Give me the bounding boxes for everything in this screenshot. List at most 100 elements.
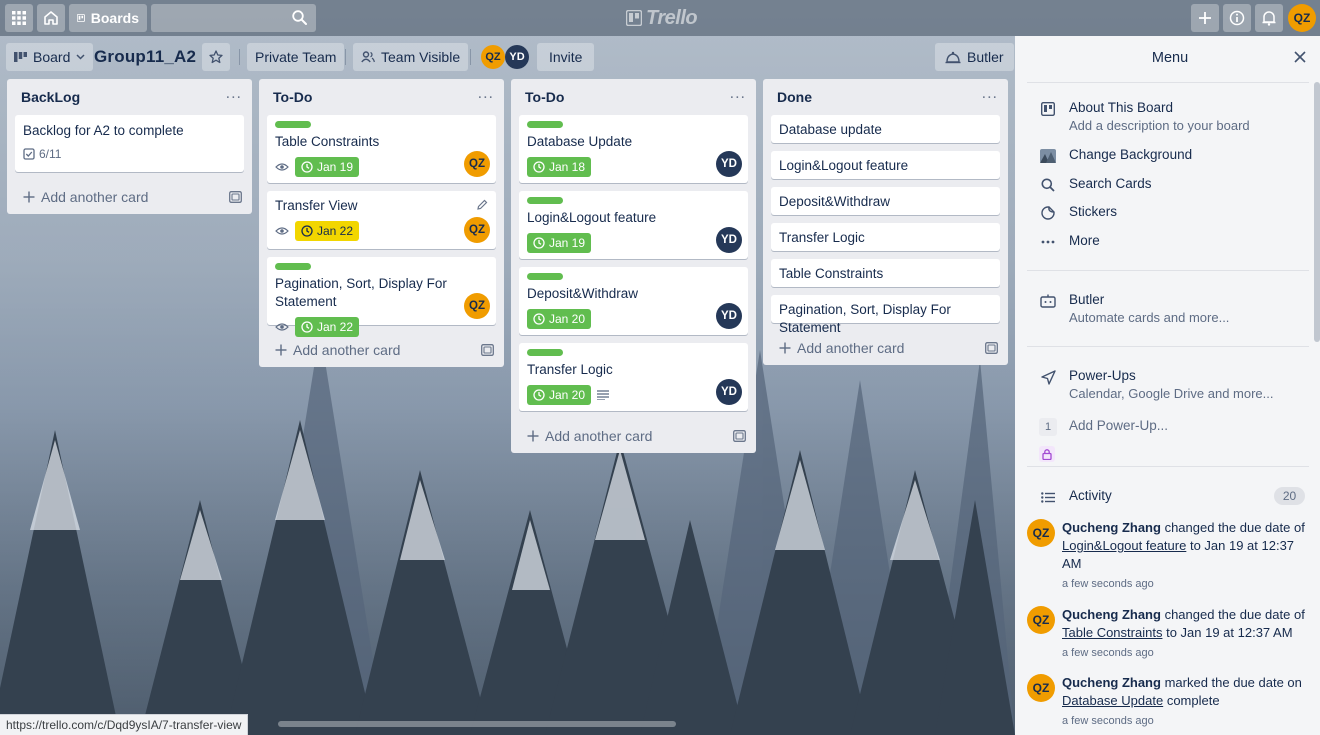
board-menu-sidebar: Menu About This Board Add a description … bbox=[1015, 36, 1320, 735]
apps-grid-button[interactable] bbox=[5, 4, 33, 32]
power-ups-item[interactable]: Power-Ups Calendar, Google Drive and mor… bbox=[1039, 367, 1274, 403]
list-menu-button[interactable]: ... bbox=[982, 86, 998, 105]
card-title: Table Constraints bbox=[275, 134, 380, 149]
activity-timestamp[interactable]: a few seconds ago bbox=[1062, 575, 1310, 593]
card-member-avatar[interactable]: YD bbox=[716, 227, 742, 253]
home-button[interactable] bbox=[37, 4, 65, 32]
invite-button[interactable]: Invite bbox=[537, 43, 595, 71]
list-header[interactable]: To-Do ... bbox=[259, 79, 504, 115]
list-card[interactable]: Login&Logout feature bbox=[771, 151, 1000, 179]
member-avatar-qz[interactable]: QZ bbox=[481, 45, 505, 69]
list-title[interactable]: To-Do bbox=[525, 89, 564, 105]
checklist-icon bbox=[23, 148, 35, 160]
activity-avatar[interactable]: QZ bbox=[1027, 519, 1055, 547]
list-card[interactable]: Pagination, Sort, Display For Statement … bbox=[267, 257, 496, 337]
trello-logo[interactable]: Trello bbox=[626, 7, 698, 29]
pencil-icon[interactable] bbox=[476, 199, 488, 211]
list-menu-button[interactable]: ... bbox=[730, 86, 746, 105]
list-card[interactable]: Pagination, Sort, Display For Statement bbox=[771, 295, 1000, 335]
card-template-icon[interactable] bbox=[733, 430, 746, 442]
due-date-badge[interactable]: Jan 22 bbox=[295, 317, 360, 337]
change-background-item[interactable]: Change Background bbox=[1039, 146, 1192, 165]
activity-timestamp[interactable]: a few seconds ago bbox=[1062, 644, 1310, 662]
list-title[interactable]: To-Do bbox=[273, 89, 312, 105]
stickers-item[interactable]: Stickers bbox=[1039, 203, 1117, 222]
activity-timestamp[interactable]: a few seconds ago bbox=[1062, 712, 1310, 730]
add-card-button[interactable]: Add another card bbox=[259, 333, 504, 367]
list-card[interactable]: Login&Logout feature Jan 19 YD bbox=[519, 191, 748, 259]
card-member-avatar[interactable]: QZ bbox=[464, 151, 490, 177]
list-card[interactable]: Transfer View Jan 22 QZ bbox=[267, 191, 496, 249]
board-horizontal-scrollbar[interactable] bbox=[278, 721, 676, 727]
list-header[interactable]: Done ... bbox=[763, 79, 1008, 115]
menu-scrollbar[interactable] bbox=[1314, 82, 1320, 342]
boards-button[interactable]: Boards bbox=[69, 4, 147, 32]
list-done: Done ... Database update Login&Logout fe… bbox=[763, 79, 1008, 365]
due-date-badge[interactable]: Jan 20 bbox=[527, 385, 592, 405]
activity-user[interactable]: Qucheng Zhang bbox=[1062, 607, 1161, 622]
card-member-avatar[interactable]: QZ bbox=[464, 217, 490, 243]
list-title[interactable]: BackLog bbox=[21, 89, 80, 105]
activity-action: marked the due date on bbox=[1164, 675, 1302, 690]
member-avatar-yd[interactable]: YD bbox=[505, 45, 529, 69]
card-title: Table Constraints bbox=[779, 266, 884, 281]
activity-card-link[interactable]: Table Constraints bbox=[1062, 625, 1162, 640]
more-item[interactable]: More bbox=[1039, 232, 1100, 251]
power-up-lock-badge[interactable] bbox=[1039, 446, 1055, 462]
card-member-avatar[interactable]: YD bbox=[716, 151, 742, 177]
list-menu-button[interactable]: ... bbox=[478, 86, 494, 105]
list-card[interactable]: Deposit&Withdraw Jan 20 YD bbox=[519, 267, 748, 335]
list-header[interactable]: BackLog ... bbox=[7, 79, 252, 115]
list-menu-button[interactable]: ... bbox=[226, 86, 242, 105]
board-view-switcher[interactable]: Board bbox=[6, 43, 94, 71]
list-card[interactable]: Transfer Logic Jan 20 YD bbox=[519, 343, 748, 411]
close-icon[interactable] bbox=[1293, 50, 1307, 64]
due-date-badge[interactable]: Jan 18 bbox=[527, 157, 592, 177]
activity-avatar[interactable]: QZ bbox=[1027, 674, 1055, 702]
activity-user[interactable]: Qucheng Zhang bbox=[1062, 675, 1161, 690]
list-card[interactable]: Table Constraints bbox=[771, 259, 1000, 287]
activity-card-link[interactable]: Login&Logout feature bbox=[1062, 538, 1186, 553]
header-divider bbox=[239, 49, 240, 65]
notifications-button[interactable] bbox=[1255, 4, 1283, 32]
clock-icon bbox=[533, 161, 545, 173]
visibility-button[interactable]: Team Visible bbox=[353, 43, 469, 71]
due-date-badge[interactable]: Jan 22 bbox=[295, 221, 360, 241]
card-member-avatar[interactable]: QZ bbox=[464, 293, 490, 319]
user-avatar[interactable]: QZ bbox=[1288, 4, 1316, 32]
card-template-icon[interactable] bbox=[229, 191, 242, 203]
search-icon[interactable] bbox=[292, 10, 307, 25]
activity-card-link[interactable]: Database Update bbox=[1062, 693, 1163, 708]
add-card-button[interactable]: Add another card bbox=[511, 419, 756, 453]
due-date-badge[interactable]: Jan 20 bbox=[527, 309, 592, 329]
list-card[interactable]: Backlog for A2 to complete 6/11 bbox=[15, 115, 244, 172]
list-card[interactable]: Transfer Logic bbox=[771, 223, 1000, 251]
search-cards-item[interactable]: Search Cards bbox=[1039, 175, 1152, 194]
rocket-icon bbox=[1040, 369, 1056, 385]
card-template-icon[interactable] bbox=[481, 344, 494, 356]
activity-user[interactable]: Qucheng Zhang bbox=[1062, 520, 1161, 535]
card-template-icon[interactable] bbox=[985, 342, 998, 354]
butler-item[interactable]: Butler Automate cards and more... bbox=[1039, 291, 1229, 327]
card-member-avatar[interactable]: YD bbox=[716, 379, 742, 405]
star-board-button[interactable] bbox=[202, 43, 230, 71]
card-member-avatar[interactable]: YD bbox=[716, 303, 742, 329]
info-button[interactable] bbox=[1223, 4, 1251, 32]
activity-avatar[interactable]: QZ bbox=[1027, 606, 1055, 634]
about-board-item[interactable]: About This Board Add a description to yo… bbox=[1039, 99, 1250, 135]
due-date-badge[interactable]: Jan 19 bbox=[295, 157, 360, 177]
board-view-icon bbox=[14, 52, 27, 62]
team-button[interactable]: Private Team bbox=[247, 43, 345, 71]
list-card[interactable]: Database update bbox=[771, 115, 1000, 143]
list-card[interactable]: Deposit&Withdraw bbox=[771, 187, 1000, 215]
board-title[interactable]: Group11_A2 bbox=[94, 47, 196, 67]
add-power-up-item[interactable]: 1 Add Power-Up... bbox=[1039, 417, 1168, 436]
list-card[interactable]: Database Update Jan 18 YD bbox=[519, 115, 748, 183]
add-card-button[interactable]: Add another card bbox=[7, 180, 252, 214]
butler-button[interactable]: Butler bbox=[935, 43, 1014, 71]
create-button[interactable] bbox=[1191, 4, 1219, 32]
list-header[interactable]: To-Do ... bbox=[511, 79, 756, 115]
due-date-badge[interactable]: Jan 19 bbox=[527, 233, 592, 253]
list-title[interactable]: Done bbox=[777, 89, 812, 105]
list-card[interactable]: Table Constraints Jan 19 QZ bbox=[267, 115, 496, 183]
